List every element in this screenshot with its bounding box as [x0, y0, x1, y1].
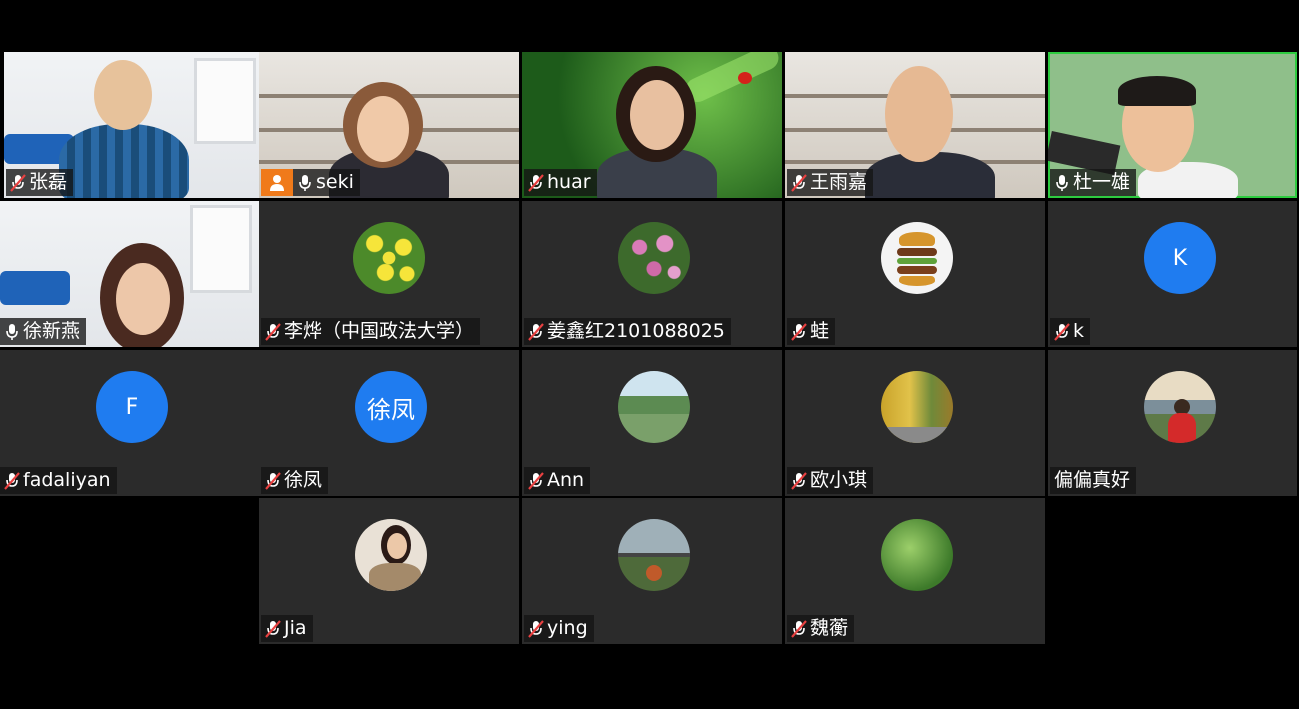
nameplate: 蛙	[787, 318, 836, 345]
video-tile-huar[interactable]: huar	[522, 52, 782, 198]
mic-icon	[1056, 174, 1068, 191]
leaf	[681, 52, 782, 107]
participant-name: fadaliyan	[23, 469, 111, 491]
nameplate: 徐凤	[261, 467, 329, 494]
muted-mic-icon	[528, 173, 544, 192]
avatar-tile-weiheng[interactable]: 魏蘅	[785, 498, 1045, 644]
nameplate: 杜一雄	[1050, 169, 1137, 196]
participant-name: 姜鑫红2101088025	[547, 320, 725, 342]
person-head	[630, 80, 684, 150]
letter-avatar: F	[96, 371, 168, 443]
nameplate: seki	[293, 169, 360, 196]
person-head	[94, 60, 152, 130]
balcony-plants-icon	[618, 519, 690, 591]
person-body	[59, 124, 189, 198]
muted-mic-icon	[265, 322, 281, 341]
avatar-tile-jiangxinhong[interactable]: 姜鑫红2101088025	[522, 201, 782, 347]
avatar-tile-pianpianzhenhao[interactable]: 偏偏真好	[1048, 350, 1297, 496]
nameplate: 徐新燕	[0, 318, 87, 345]
pond-landscape-icon	[618, 371, 690, 443]
letter-avatar: K	[1144, 222, 1216, 294]
participant-name: ying	[547, 617, 588, 639]
avatar-tile-ying[interactable]: ying	[522, 498, 782, 644]
participant-name: 张磊	[29, 171, 68, 193]
window	[190, 205, 252, 293]
nameplate: 李烨（中国政法大学）	[261, 318, 481, 345]
muted-mic-icon	[791, 471, 807, 490]
letter-avatar: 徐凤	[355, 371, 427, 443]
video-tile-wangyujia[interactable]: 王雨嘉	[785, 52, 1045, 198]
participant-name: 魏蘅	[810, 617, 849, 639]
participant-name: k	[1073, 320, 1085, 342]
nameplate: 王雨嘉	[787, 169, 874, 196]
burger-stack-icon	[881, 222, 953, 294]
participant-name: Ann	[547, 469, 585, 491]
muted-mic-icon	[791, 322, 807, 341]
nameplate: fadaliyan	[0, 467, 117, 494]
nameplate: ying	[524, 615, 594, 642]
participant-name: huar	[547, 171, 591, 193]
avatar-tile-fadaliyan[interactable]: F fadaliyan	[0, 350, 260, 496]
avatar-tile-ouxiaoqi[interactable]: 欧小琪	[785, 350, 1045, 496]
muted-mic-icon	[1054, 322, 1070, 341]
muted-mic-icon	[4, 471, 20, 490]
lakeside-person-icon	[1144, 371, 1216, 443]
participant-name: 徐凤	[284, 469, 323, 491]
video-tile-xuxinyan[interactable]: 徐新燕	[0, 201, 260, 347]
nameplate: 张磊	[6, 169, 74, 196]
muted-mic-icon	[265, 471, 281, 490]
avatar-tile-xufeng[interactable]: 徐凤 徐凤	[259, 350, 519, 496]
muted-mic-icon	[265, 619, 281, 638]
participant-name: 王雨嘉	[810, 171, 868, 193]
muted-mic-icon	[528, 471, 544, 490]
mic-icon	[6, 323, 18, 340]
participant-name: Jia	[284, 617, 307, 639]
participant-name: 欧小琪	[810, 469, 868, 491]
pink-flowers-icon	[618, 222, 690, 294]
muted-mic-icon	[528, 322, 544, 341]
blue-sofa	[0, 271, 70, 305]
participant-name: 蛙	[810, 320, 830, 342]
woman-portrait-icon	[355, 519, 427, 591]
person-head	[357, 96, 409, 162]
participant-name: 李烨（中国政法大学）	[284, 320, 475, 342]
participant-name: 偏偏真好	[1054, 469, 1131, 491]
muted-mic-icon	[528, 619, 544, 638]
muted-mic-icon	[10, 173, 26, 192]
nameplate: 欧小琪	[787, 467, 874, 494]
autumn-trees-icon	[881, 371, 953, 443]
avatar-tile-ann[interactable]: Ann	[522, 350, 782, 496]
person-head	[116, 263, 170, 335]
user-icon	[270, 174, 284, 191]
avatar-tile-k[interactable]: K k	[1048, 201, 1297, 347]
nameplate: 魏蘅	[787, 615, 855, 642]
muted-mic-icon	[791, 173, 807, 192]
nameplate: 偏偏真好	[1050, 467, 1137, 494]
host-badge	[261, 169, 293, 196]
nameplate: 姜鑫红2101088025	[524, 318, 731, 345]
avatar-tile-jia[interactable]: Jia	[259, 498, 519, 644]
participant-name: seki	[316, 171, 354, 193]
nameplate: Jia	[261, 615, 313, 642]
participant-name: 徐新燕	[23, 320, 81, 342]
nameplate: k	[1050, 318, 1091, 345]
window	[194, 58, 256, 144]
person-head	[885, 66, 953, 162]
avatar-tile-liye[interactable]: 李烨（中国政法大学）	[259, 201, 519, 347]
video-tile-zhanglei[interactable]: 张磊	[4, 52, 264, 198]
ladybug	[738, 72, 752, 84]
avatar-tile-wa[interactable]: 蛙	[785, 201, 1045, 347]
mic-icon	[299, 174, 311, 191]
nameplate: huar	[524, 169, 597, 196]
yellow-flowers-icon	[353, 222, 425, 294]
participant-name: 杜一雄	[1073, 171, 1131, 193]
video-tile-duyixiong[interactable]: 杜一雄	[1048, 52, 1297, 198]
nameplate: Ann	[524, 467, 591, 494]
muted-mic-icon	[791, 619, 807, 638]
person-hair	[1118, 76, 1196, 106]
video-tile-seki[interactable]: seki	[259, 52, 519, 198]
green-leaves-icon	[881, 519, 953, 591]
